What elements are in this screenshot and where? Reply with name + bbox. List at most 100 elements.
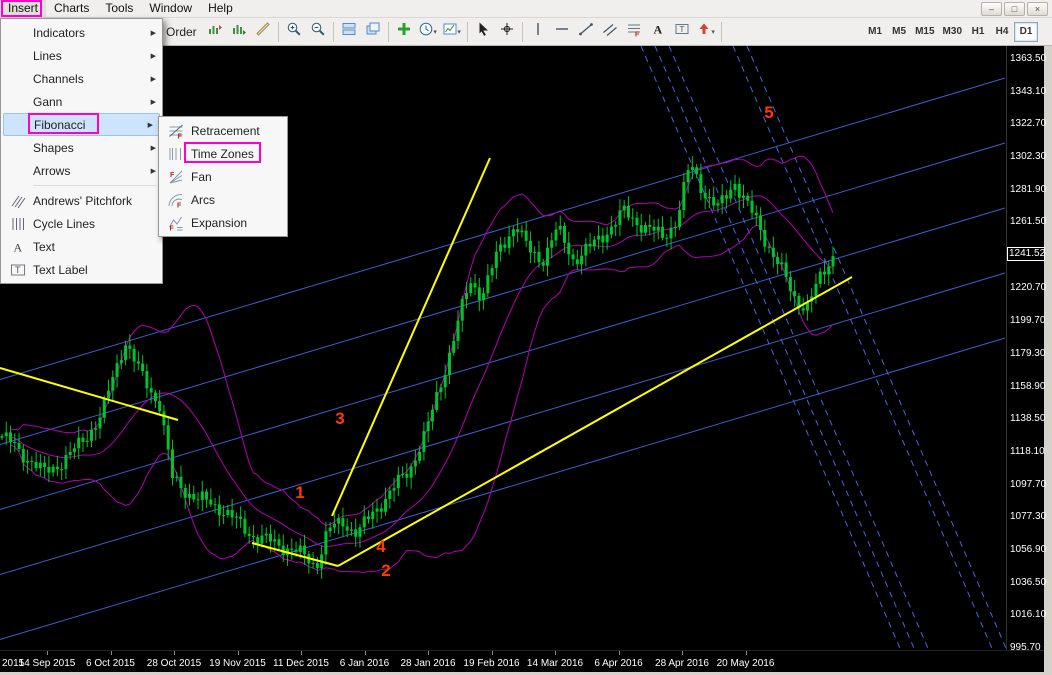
time-axis-tick (110, 651, 112, 655)
horizontal-line-button[interactable] (550, 21, 574, 43)
fibonacci-submenu-item-arcs[interactable]: F Arcs (159, 188, 287, 211)
insert-menu-item-arrows[interactable]: Arrows ▶ (1, 159, 162, 182)
menu-help[interactable]: Help (200, 0, 241, 17)
menu-item-label: Shapes (33, 140, 74, 155)
svg-text:F: F (178, 133, 183, 139)
equidistant-channel-button[interactable] (598, 21, 622, 43)
insert-menu-item-lines[interactable]: Lines ▶ (1, 44, 162, 67)
fibonacci-submenu-item-fan[interactable]: F Fan (159, 165, 287, 188)
minimize-button[interactable]: – (981, 1, 1002, 16)
template-chart-button[interactable]: ▾ (440, 21, 464, 43)
fibo-timezones-icon (165, 146, 187, 162)
period-clock-icon (418, 21, 434, 42)
menu-bar: Insert Charts Tools Window Help – □ × (0, 0, 1052, 18)
cascade-windows-icon (365, 21, 381, 42)
menu-item-label: Retracement (191, 123, 260, 138)
menu-tools[interactable]: Tools (97, 0, 141, 17)
price-axis[interactable]: 1363.50 1343.10 1322.70 1302.30 1281.90 1261.… (1006, 46, 1047, 672)
vertical-line-button[interactable] (526, 21, 550, 43)
insert-menu-item-gann[interactable]: Gann ▶ (1, 90, 162, 113)
wave-label-4: 4 (376, 537, 386, 556)
tile-windows-button[interactable] (337, 21, 361, 43)
svg-text:A: A (14, 240, 23, 254)
chart-autoscroll-button[interactable] (227, 21, 251, 43)
toolbar-separator (720, 21, 722, 42)
trendline-icon (578, 21, 594, 42)
chart-shift-icon (207, 21, 223, 42)
trendline-button[interactable] (574, 21, 598, 43)
cycle-lines-icon (7, 216, 29, 232)
timeframe-m15[interactable]: M15 (911, 22, 938, 42)
insert-menu-item-andrews-pitchfork[interactable]: Andrews' Pitchfork (1, 189, 162, 212)
menu-item-label: Arcs (191, 192, 215, 207)
insert-menu-item-indicators[interactable]: Indicators ▶ (1, 21, 162, 44)
zoom-out-button[interactable] (306, 21, 330, 43)
arrow-tools-button[interactable]: ▾ (694, 21, 718, 43)
close-button[interactable]: × (1027, 1, 1048, 16)
submenu-arrow-icon: ▶ (150, 98, 156, 106)
time-axis-tick (47, 651, 48, 655)
price-axis-label: 1138.50 (1010, 413, 1046, 425)
menu-item-label: Arrows (33, 163, 71, 178)
time-axis-label: 28 Oct 2015 (146, 658, 202, 669)
restore-button[interactable]: □ (1004, 1, 1025, 16)
current-price-badge: 1241.52 (1007, 247, 1046, 262)
empty-icon-slot (7, 163, 29, 179)
insert-menu-item-fibonacci[interactable]: Fibonacci ▶ (3, 113, 160, 136)
price-axis-label: 1199.70 (1010, 315, 1046, 327)
new-chart-icon (396, 21, 412, 42)
timeframe-h4[interactable]: H4 (990, 22, 1014, 42)
empty-icon-slot (7, 48, 29, 64)
time-axis-tick (237, 651, 239, 655)
time-axis-label: 20 May 2016 (716, 658, 775, 669)
submenu-arrow-icon: ▶ (150, 75, 156, 83)
submenu-arrow-icon: ▶ (147, 121, 153, 129)
cascade-windows-button[interactable] (361, 21, 385, 43)
crosshair-button[interactable] (495, 21, 519, 43)
time-axis-tick (618, 651, 620, 655)
timeframe-m1[interactable]: M1 (863, 22, 887, 42)
toolbar-separator (521, 21, 523, 42)
menu-window[interactable]: Window (141, 0, 200, 17)
new-order-button[interactable]: Order (166, 23, 203, 41)
text-button[interactable]: A (646, 21, 670, 43)
price-axis-label: 1016.10 (1010, 609, 1047, 621)
period-clock-button[interactable]: ▾ (416, 21, 440, 43)
fibonacci-retracement-button[interactable]: F (622, 21, 646, 43)
fibonacci-submenu-item-expansion[interactable]: F Expansion (159, 211, 287, 234)
time-axis-tick (301, 651, 302, 655)
chart-shift-button[interactable] (203, 21, 227, 43)
empty-icon-slot (7, 140, 29, 156)
menu-insert[interactable]: Insert (0, 0, 47, 17)
menu-item-label: Andrews' Pitchfork (33, 193, 132, 208)
insert-menu-item-channels[interactable]: Channels ▶ (1, 67, 162, 90)
menu-charts[interactable]: Charts (46, 0, 97, 17)
template-chart-icon (442, 21, 458, 42)
insert-menu-item-cycle-lines[interactable]: Cycle Lines (1, 212, 162, 235)
fibonacci-submenu: F Retracement Time Zones F Fan F Arcs F Expansio… (158, 116, 288, 237)
cursor-button[interactable] (471, 21, 495, 43)
fibonacci-submenu-item-retracement[interactable]: F Retracement (159, 119, 287, 142)
timeframe-d1[interactable]: D1 (1014, 21, 1038, 42)
chevron-down-icon: ▾ (433, 28, 437, 36)
time-axis-label: 11 Dec 2015 (273, 658, 329, 669)
empty-icon-slot (7, 71, 29, 87)
timeframe-m5[interactable]: M5 (887, 22, 911, 42)
insert-menu-item-shapes[interactable]: Shapes ▶ (1, 136, 162, 159)
time-axis[interactable]: 2015 14 Sep 2015 6 Oct 2015 28 Oct 2015 19 N… (0, 650, 1044, 672)
menu-item-label: Indicators (33, 25, 86, 40)
new-chart-button[interactable] (392, 21, 416, 43)
ruler-button[interactable] (251, 21, 275, 43)
menu-item-label: Cycle Lines (33, 216, 96, 231)
submenu-arrow-icon: ▶ (150, 52, 156, 60)
insert-menu-item-text-label[interactable]: T Text Label (1, 258, 162, 281)
fibonacci-submenu-item-time-zones[interactable]: Time Zones (159, 142, 287, 165)
text-label-button[interactable]: T (670, 21, 694, 43)
price-axis-label: 1077.30 (1010, 511, 1047, 523)
chart-autoscroll-icon (231, 21, 247, 42)
timeframe-h1[interactable]: H1 (966, 22, 990, 42)
timeframe-m30[interactable]: M30 (939, 22, 966, 42)
menu-item-label: Channels (33, 71, 84, 86)
insert-menu-item-text[interactable]: A Text (1, 235, 162, 258)
zoom-in-button[interactable] (282, 21, 306, 43)
